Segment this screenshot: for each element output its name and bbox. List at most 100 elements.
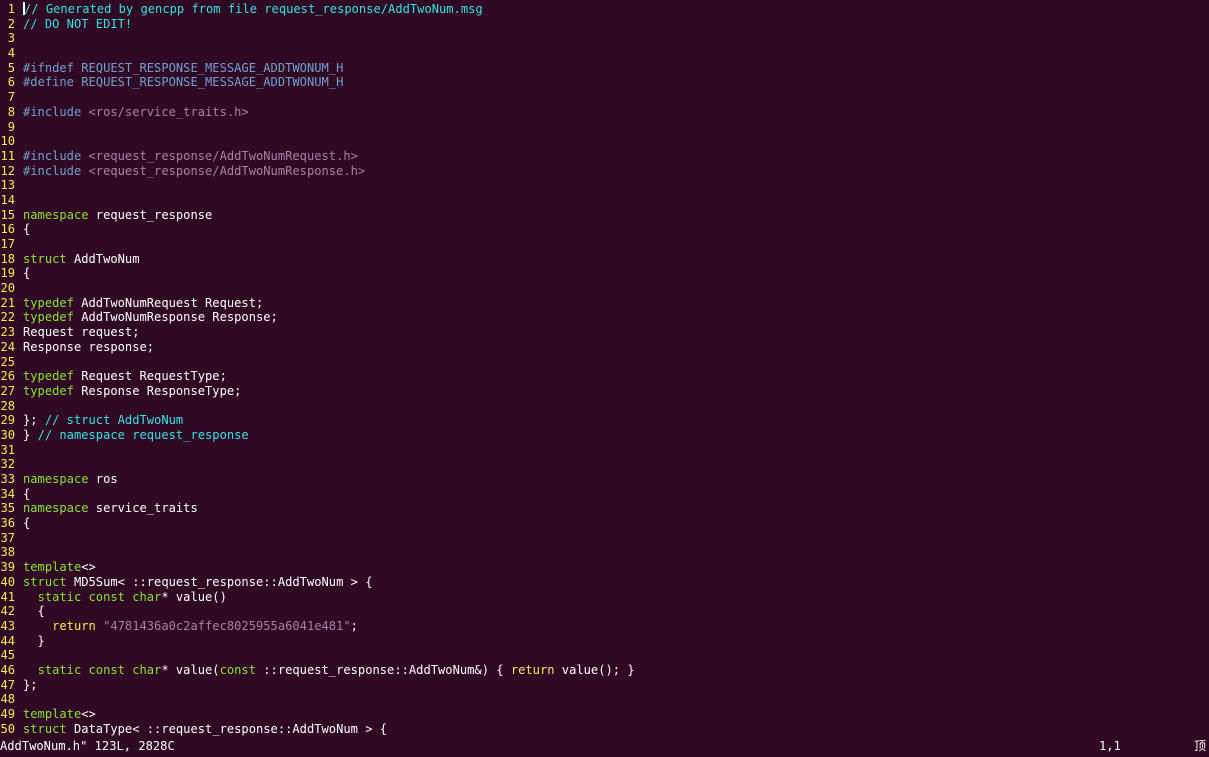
code-token-keyword: template	[23, 560, 82, 575]
code-line[interactable]: 20	[0, 281, 1209, 296]
code-line[interactable]: 9	[0, 120, 1209, 135]
code-token-keyword: namespace	[23, 472, 89, 486]
code-editor[interactable]: 1 // Generated by gencpp from file reques…	[0, 2, 1209, 736]
code-line[interactable]: 46 static const char* value(const ::requ…	[0, 663, 1209, 678]
code-line[interactable]: 32	[0, 457, 1209, 472]
line-number: 35	[0, 501, 15, 516]
code-line[interactable]: 25	[0, 355, 1209, 370]
line-number: 43	[0, 618, 15, 633]
code-token-preproc: #ifndef REQUEST_RESPONSE_MESSAGE_ADDTWON…	[23, 60, 344, 75]
line-number: 25	[0, 354, 15, 369]
line-number: 27	[0, 383, 15, 398]
line-number: 24	[0, 339, 15, 354]
code-line[interactable]: 16 {	[0, 222, 1209, 237]
code-line[interactable]: 26 typedef Request RequestType;	[0, 369, 1209, 384]
code-line[interactable]: 43 return "4781436a0c2affec8025955a6041e…	[0, 619, 1209, 634]
code-token-text: }	[23, 427, 38, 442]
code-line[interactable]: 39 template<>	[0, 560, 1209, 575]
line-number: 40	[0, 574, 15, 589]
code-line[interactable]: 48	[0, 692, 1209, 707]
code-line[interactable]: 5 #ifndef REQUEST_RESPONSE_MESSAGE_ADDTWO…	[0, 61, 1209, 76]
line-number: 13	[0, 178, 15, 193]
code-token-keyword: typedef	[23, 295, 74, 310]
code-line[interactable]: 11 #include <request_response/AddTwoNumRe…	[0, 149, 1209, 164]
code-line[interactable]: 8 #include <ros/service_traits.h>	[0, 105, 1209, 120]
code-line[interactable]: 27 typedef Response ResponseType;	[0, 384, 1209, 399]
code-line[interactable]: 50 struct DataType< ::request_response::A…	[0, 722, 1209, 737]
code-line[interactable]: 13	[0, 178, 1209, 193]
code-line[interactable]: 7	[0, 90, 1209, 105]
code-line[interactable]: 23 Request request;	[0, 325, 1209, 340]
code-line[interactable]: 12 #include <request_response/AddTwoNumRe…	[0, 164, 1209, 179]
code-line[interactable]: 15 namespace request_response	[0, 208, 1209, 223]
code-token-text: Request RequestType;	[73, 369, 227, 384]
line-number: 18	[0, 251, 15, 266]
code-line[interactable]: 41 static const char* value()	[0, 590, 1209, 605]
code-token-keyword: typedef	[23, 369, 74, 384]
line-number: 1	[7, 2, 15, 16]
code-line[interactable]: 38	[0, 545, 1209, 560]
code-line[interactable]: 17	[0, 237, 1209, 252]
code-line[interactable]: 35 namespace service_traits	[0, 501, 1209, 516]
line-number: 33	[0, 472, 15, 486]
file-info: AddTwoNum.h" 123L, 2828C	[0, 739, 175, 753]
code-line[interactable]: 36 {	[0, 516, 1209, 531]
code-line[interactable]: 10	[0, 134, 1209, 149]
code-line[interactable]: 40 struct MD5Sum< ::request_response::Add…	[0, 575, 1209, 590]
code-line[interactable]: 18 struct AddTwoNum	[0, 252, 1209, 267]
code-token-string: "4781436a0c2affec8025955a6041e481"	[103, 618, 351, 633]
code-line[interactable]: 19 {	[0, 266, 1209, 281]
line-number: 34	[0, 486, 15, 501]
code-token-text: Response response;	[23, 339, 155, 354]
cursor-position: 1,1	[1099, 739, 1121, 753]
line-number: 15	[0, 207, 15, 222]
code-line[interactable]: 33 namespace ros	[0, 472, 1209, 487]
code-line[interactable]: 42 {	[0, 604, 1209, 619]
code-token-keyword: typedef	[23, 383, 74, 398]
code-line[interactable]: 37	[0, 531, 1209, 546]
code-line[interactable]: 14	[0, 193, 1209, 208]
code-line[interactable]: 1 // Generated by gencpp from file reques…	[0, 2, 1209, 17]
code-line[interactable]: 3	[0, 31, 1209, 46]
code-line[interactable]: 29}; // struct AddTwoNum	[0, 413, 1209, 428]
code-line[interactable]: 34 {	[0, 487, 1209, 502]
code-token-include-path: <request_response/AddTwoNumResponse.h>	[88, 163, 366, 178]
code-token-text: AddTwoNum	[66, 251, 140, 266]
code-line[interactable]: 30} // namespace request_response	[0, 428, 1209, 443]
code-token-keyword: static const char	[37, 589, 162, 604]
code-token-comment: // namespace request_response	[37, 427, 249, 442]
line-number: 8	[7, 104, 15, 119]
code-token-preproc: #include	[23, 104, 89, 119]
code-token-control: return	[510, 662, 555, 677]
code-line[interactable]: 22 typedef AddTwoNumResponse Response;	[0, 310, 1209, 325]
code-line[interactable]: 45	[0, 648, 1209, 663]
code-token-text: {	[23, 516, 31, 531]
line-number: 4	[7, 46, 15, 61]
code-line[interactable]: 49 template<>	[0, 707, 1209, 722]
line-number: 6	[7, 75, 15, 90]
line-number: 32	[0, 457, 15, 472]
code-line[interactable]: 44 }	[0, 634, 1209, 649]
code-line[interactable]: 28	[0, 399, 1209, 414]
code-token-text: <>	[81, 560, 96, 575]
code-token-text: service_traits	[88, 501, 198, 516]
code-token-control: return	[52, 618, 96, 633]
code-line[interactable]: 24 Response response;	[0, 340, 1209, 355]
code-line[interactable]: 47};	[0, 678, 1209, 693]
line-number: 45	[0, 648, 15, 663]
code-line[interactable]: 2 // DO NOT EDIT!	[0, 17, 1209, 32]
code-token-preproc: #include	[23, 148, 89, 163]
code-line[interactable]: 4	[0, 46, 1209, 61]
code-line[interactable]: 6 #define REQUEST_RESPONSE_MESSAGE_ADDTWO…	[0, 75, 1209, 90]
scroll-position: 顶	[1194, 739, 1207, 753]
line-number: 30	[0, 427, 15, 442]
line-number: 49	[0, 707, 15, 721]
code-line[interactable]: 31	[0, 443, 1209, 458]
line-number: 2	[7, 16, 15, 31]
line-number: 26	[0, 369, 15, 384]
code-line[interactable]: 21 typedef AddTwoNumRequest Request;	[0, 296, 1209, 311]
code-token-keyword: const	[219, 662, 256, 677]
